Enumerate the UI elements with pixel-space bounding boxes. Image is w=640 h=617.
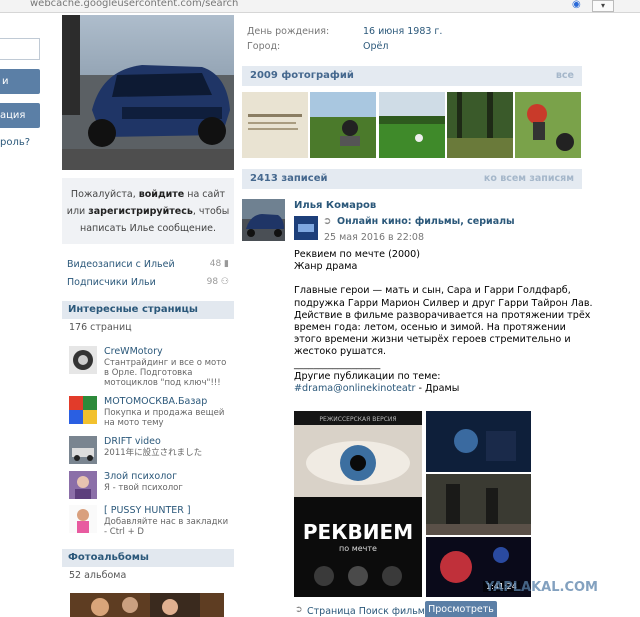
page-description: Я - твой психолог bbox=[104, 483, 183, 493]
page-description: Добавляйте нас в закладки - Ctrl + D bbox=[104, 517, 229, 537]
photos-all-link[interactable]: все bbox=[556, 66, 574, 86]
followers-count: 98 ⚇ bbox=[206, 277, 229, 287]
login-link[interactable]: войдите bbox=[139, 189, 184, 200]
repost-source-avatar[interactable] bbox=[294, 216, 318, 240]
watermark-logo: YAPLAKAL.COM bbox=[485, 580, 598, 595]
poster-top-text: РЕЖИССЕРСКАЯ ВЕРСИЯ bbox=[319, 416, 396, 423]
interesting-pages-header[interactable]: Интересные страницы bbox=[62, 301, 234, 319]
post-text: Реквием по мечте (2000) Жанр драма Главн… bbox=[294, 249, 593, 395]
albums-count: 52 альбома bbox=[69, 570, 127, 581]
albums-header[interactable]: Фотоальбомы bbox=[62, 549, 234, 567]
videos-link[interactable]: Видеозаписи с Ильей 48 ▮ bbox=[67, 259, 229, 273]
watch-button[interactable]: Просмотреть bbox=[425, 601, 497, 617]
photo-thumbnail[interactable] bbox=[515, 92, 581, 158]
movie-poster[interactable]: РЕЖИССЕРСКАЯ ВЕРСИЯ РЕКВИЕМ по мечте bbox=[294, 411, 422, 597]
page-thumbnail[interactable] bbox=[69, 346, 97, 374]
search-input[interactable] bbox=[0, 38, 40, 60]
photos-header[interactable]: 2009 фотографий все bbox=[242, 66, 582, 86]
followers-link[interactable]: Подписчики Ильи 98 ⚇ bbox=[67, 277, 229, 291]
photo-thumbnail[interactable] bbox=[310, 92, 376, 158]
page-name[interactable]: МОТОМОСКВА.Базар bbox=[104, 396, 207, 407]
page-description: Покупка и продажа вещей на мото тему bbox=[104, 408, 225, 428]
movie-still[interactable] bbox=[426, 474, 531, 535]
photo-thumbnail[interactable] bbox=[379, 92, 445, 158]
people-icon: ⚇ bbox=[220, 277, 229, 287]
forgot-password-link[interactable]: роль? bbox=[0, 137, 30, 148]
birthday-label: День рождения: bbox=[247, 26, 330, 37]
page-thumbnail[interactable] bbox=[69, 471, 97, 499]
poster-subtitle: по мечте bbox=[339, 544, 377, 553]
interesting-pages-count: 176 страниц bbox=[69, 322, 132, 333]
photo-thumbnail[interactable] bbox=[242, 92, 308, 158]
list-item[interactable]: DRIFT video 2011年に設立されました bbox=[69, 436, 234, 472]
post-date[interactable]: 25 мая 2016 в 22:08 bbox=[324, 232, 424, 243]
chevron-down-icon[interactable]: ▾ bbox=[592, 0, 614, 12]
shield-icon[interactable]: ◉ bbox=[572, 0, 582, 10]
all-posts-link[interactable]: ко всем записям bbox=[484, 169, 574, 189]
url-text[interactable]: webcache.googleusercontent.com/search bbox=[30, 0, 238, 9]
video-icon: ▮ bbox=[224, 259, 229, 269]
page-name[interactable]: CreWMotory bbox=[104, 346, 163, 357]
page-name[interactable]: Злой психолог bbox=[104, 471, 177, 482]
album-thumbnail[interactable] bbox=[70, 593, 224, 617]
page-name[interactable]: [ PUSSY HUNTER ] bbox=[104, 505, 191, 516]
birthday-value[interactable]: 16 июня 1983 г. bbox=[363, 26, 442, 37]
source-page-link[interactable]: Страница Поиск фильмов bbox=[307, 606, 436, 617]
posts-header[interactable]: 2413 записей ко всем записям bbox=[242, 169, 582, 189]
list-item[interactable]: Злой психолог Я - твой психолог bbox=[69, 471, 234, 507]
page-thumbnail[interactable] bbox=[69, 436, 97, 464]
register-link[interactable]: зарегистрируйтесь bbox=[88, 206, 193, 217]
profile-avatar[interactable] bbox=[62, 15, 234, 170]
login-prompt: Пожалуйста, войдите на сайт или зарегист… bbox=[62, 178, 234, 244]
movie-still[interactable] bbox=[426, 411, 531, 472]
photo-thumbnail[interactable] bbox=[447, 92, 513, 158]
page-description: Стантрайдинг и все о мото в Орле. Подгот… bbox=[104, 358, 227, 388]
city-value[interactable]: Орёл bbox=[363, 41, 388, 52]
hashtag-link[interactable]: #drama@onlinekinoteatr bbox=[294, 383, 415, 394]
list-item[interactable]: МОТОМОСКВА.Базар Покупка и продажа вещей… bbox=[69, 396, 234, 432]
city-label: Город: bbox=[247, 41, 281, 52]
register-button[interactable]: ация bbox=[0, 103, 40, 128]
list-item[interactable]: [ PUSSY HUNTER ] Добавляйте нас в заклад… bbox=[69, 505, 234, 541]
repost-source-title[interactable]: Онлайн кино: фильмы, сериалы bbox=[337, 216, 515, 227]
poster-title: РЕКВИЕМ bbox=[303, 520, 413, 544]
page-description: 2011年に設立されました bbox=[104, 448, 203, 458]
browser-url-bar[interactable]: webcache.googleusercontent.com/search ◉ … bbox=[0, 0, 640, 13]
page-thumbnail[interactable] bbox=[69, 396, 97, 424]
videos-count: 48 ▮ bbox=[209, 259, 229, 269]
list-item[interactable]: CreWMotory Стантрайдинг и все о мото в О… bbox=[69, 346, 234, 388]
login-button[interactable]: и bbox=[0, 69, 40, 94]
pin-icon: ➲ bbox=[295, 605, 303, 615]
page-name[interactable]: DRIFT video bbox=[104, 436, 161, 447]
post-author-avatar[interactable] bbox=[242, 199, 285, 241]
page-thumbnail[interactable] bbox=[69, 505, 97, 533]
post-author-name[interactable]: Илья Комаров bbox=[294, 200, 376, 211]
repost-icon: ➲ bbox=[323, 216, 332, 227]
